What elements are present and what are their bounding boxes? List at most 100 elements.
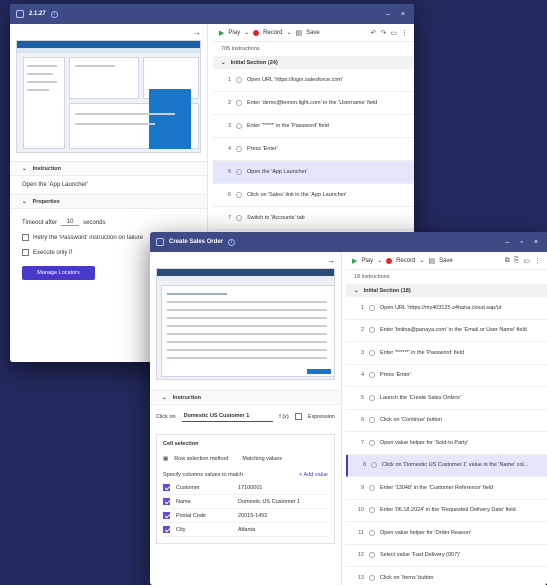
copy-icon[interactable]: ⧉ (505, 257, 510, 265)
retry-checkbox[interactable] (22, 234, 29, 241)
step-row[interactable]: 2 Enter 'demo@lemon.light.com' in the 'Us… (213, 92, 414, 115)
step-row[interactable]: 8 Click on 'Domestic US Customer 1' value… (346, 454, 547, 477)
instruction-header[interactable]: ⌄ Instruction (10, 161, 207, 176)
chevron-down-icon[interactable]: ⌄ (244, 29, 249, 36)
match-checkbox[interactable] (163, 498, 170, 505)
page-screenshot-thumbnail (16, 40, 201, 153)
row-method-row: ▦ Row selection method Matching values (163, 456, 283, 462)
step-row[interactable]: 12 Select value 'Fast Delivery (007)' (346, 545, 547, 567)
column-value[interactable]: Domestic US Customer 1 (238, 499, 328, 505)
step-status-icon (369, 529, 375, 536)
record-icon[interactable] (386, 257, 393, 264)
record-icon[interactable] (253, 29, 260, 36)
step-row[interactable]: 7 Switch to 'Accounts' tab (213, 207, 414, 230)
step-row[interactable]: 7 Open value helper for 'Sold-to Party' (346, 432, 547, 455)
step-number: 7 (360, 439, 364, 446)
step-number: 4 (227, 146, 231, 152)
step-row[interactable]: 11 Open value helper for 'Order Reason' (346, 522, 547, 545)
record-button[interactable]: Record (396, 258, 415, 264)
step-row[interactable]: 1 Open URL 'https://login.salesforce.com' (213, 69, 414, 92)
step-number: 1 (227, 77, 231, 83)
step-row[interactable]: 6 Click on 'Sales' link in the 'App Launc… (213, 184, 414, 207)
cell-selection-panel: Cell selection ▦ Row selection method Ma… (156, 434, 335, 544)
maximize-icon[interactable]: ▫ (517, 239, 525, 246)
record-button[interactable]: Record (263, 30, 282, 36)
play-button[interactable]: Play (361, 258, 373, 264)
click-on-target-field[interactable]: Domestic US Customer 1 (181, 411, 274, 422)
step-status-icon (369, 439, 375, 446)
minimize-icon[interactable]: – (503, 239, 513, 246)
undo-icon[interactable]: ↶ (371, 29, 377, 37)
execute-if-checkbox[interactable] (22, 249, 29, 256)
properties-header[interactable]: ⌄ Properties (10, 194, 207, 209)
step-row[interactable]: 6 Click on 'Continue' button (346, 410, 547, 432)
match-values-list: Customer 17100001 Name Domestic US Customer… (163, 481, 328, 537)
arrow-right-icon[interactable]: → (327, 256, 335, 265)
step-row[interactable]: 3 Enter '******' in the 'Password' field (346, 342, 547, 365)
manage-locators-button[interactable]: Manage Locators (22, 266, 95, 280)
close-icon[interactable]: × (398, 11, 408, 18)
row-method-select[interactable]: Matching values (242, 456, 282, 462)
chevron-down-icon[interactable]: ⌄ (419, 257, 424, 264)
redo-icon[interactable]: ↷ (381, 29, 387, 37)
column-value[interactable]: Atlanta (238, 527, 328, 533)
step-number: 8 (362, 462, 366, 469)
column-value[interactable]: 17100001 (238, 485, 328, 491)
step-status-icon (236, 123, 242, 129)
match-value-row: Customer 17100001 (163, 481, 328, 495)
step-text: Click on 'Domestic US Customer 1' value … (382, 462, 529, 469)
timeout-input[interactable]: 10 (61, 219, 80, 226)
save-icon[interactable]: ▤ (428, 257, 435, 265)
paste-icon[interactable]: ⎘ (514, 257, 520, 265)
column-value[interactable]: 20015-1452 (238, 513, 328, 519)
step-text: Open URL 'https://my403125.s4hana.cloud.… (380, 304, 503, 311)
step-row[interactable]: 5 Launch the 'Create Sales Orders' (346, 387, 547, 410)
nav-row: → (10, 24, 207, 40)
step-row[interactable]: 10 Enter '06.18.2024' in the 'Requested D… (346, 500, 547, 522)
chevron-down-icon[interactable]: ⌄ (377, 257, 382, 264)
play-icon[interactable]: ▶ (352, 257, 357, 265)
save-button[interactable]: Save (306, 30, 320, 36)
step-row[interactable]: 1 Open URL 'https://my403125.s4hana.cloud… (346, 297, 547, 320)
step-number: 3 (227, 123, 231, 129)
save-icon[interactable]: ▤ (295, 29, 302, 37)
save-button[interactable]: Save (439, 258, 453, 264)
section-header[interactable]: ⌄ Initial Section (18) (346, 284, 547, 297)
step-row[interactable]: 3 Enter '*****' in the 'Password' field (213, 115, 414, 138)
minimize-icon[interactable]: – (383, 11, 393, 18)
expression-checkbox[interactable] (294, 413, 302, 420)
play-icon[interactable]: ▶ (219, 29, 224, 37)
step-row[interactable]: 4 Press 'Enter' (346, 365, 547, 387)
step-row[interactable]: 2 Enter 'bolina@panaya.com' in the 'Email… (346, 320, 547, 342)
info-icon[interactable]: i (228, 238, 236, 246)
step-row[interactable]: 4 Press 'Enter' (213, 138, 414, 161)
chevron-down-icon[interactable]: ⌄ (286, 29, 291, 36)
play-button[interactable]: Play (228, 30, 240, 36)
step-number: 13 (357, 574, 364, 581)
step-text: Select value 'Fast Delivery (007)' (380, 552, 461, 559)
app-version: 2.1.27 (29, 11, 46, 17)
instruction-header[interactable]: ⌄ Instruction (150, 390, 341, 405)
info-icon[interactable]: i (50, 10, 58, 18)
step-row[interactable]: 5 Open the 'App Launcher' (213, 161, 414, 184)
steps-list: 1 Open URL 'https://my403125.s4hana.cloud… (346, 297, 547, 585)
match-checkbox[interactable] (163, 484, 170, 491)
more-icon[interactable]: ⋮ (534, 257, 541, 265)
fx-button[interactable]: f (x) (279, 414, 288, 420)
match-checkbox[interactable] (163, 526, 170, 533)
screen-icon[interactable]: ▭ (523, 257, 530, 265)
step-number: 5 (227, 169, 231, 175)
instructions-count: 705 instructions (221, 46, 260, 52)
section-header[interactable]: ⌄ Initial Section (24) (213, 56, 414, 69)
more-icon[interactable]: ⋮ (401, 29, 408, 37)
step-row[interactable]: 13 Click on 'Items' button (346, 567, 547, 585)
arrow-right-icon[interactable]: → (193, 28, 201, 37)
step-row[interactable]: 9 Enter '13048' in the 'Customer Referenc… (346, 477, 547, 500)
close-icon[interactable]: × (531, 239, 541, 246)
step-text: Open value helper for 'Order Reason' (380, 529, 472, 536)
instructions-count: 18 instructions (354, 274, 390, 280)
screen-icon[interactable]: ▭ (390, 29, 397, 37)
step-status-icon (369, 484, 375, 491)
match-checkbox[interactable] (163, 512, 170, 519)
add-value-button[interactable]: + Add value (299, 472, 328, 478)
